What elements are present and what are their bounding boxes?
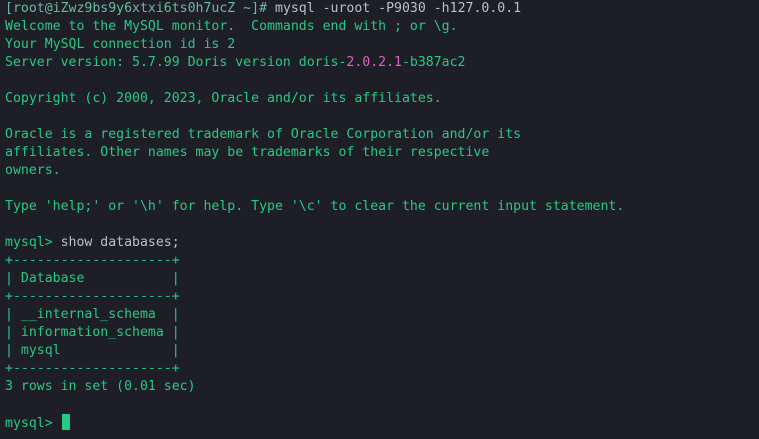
trademark-line-2: affiliates. Other names may be trademark… [5,145,490,160]
help-line: Type 'help;' or '\h' for help. Type '\c'… [5,199,625,214]
table-row: | information_schema | [5,325,180,340]
table-row: | __internal_schema | [5,307,180,322]
result-summary: 3 rows in set (0.01 sec) [5,379,196,394]
table-row: | mysql | [5,343,180,358]
version-prefix: Server version: 5.7.99 Doris version dor… [5,55,347,70]
text-cursor [61,414,70,430]
welcome-line: Welcome to the MySQL monitor. Commands e… [5,19,458,34]
trademark-line-3: owners. [5,163,61,178]
current-input[interactable] [53,416,61,431]
version-number: 2.0.2.1 [346,55,402,70]
mysql-prompt: mysql> [5,235,53,250]
table-border-header: +--------------------+ [5,289,180,304]
query-line: mysql> show databases; [5,234,759,252]
terminal-window[interactable]: [root@iZwz9bs9y6xtxi6ts0h7ucZ ~]# mysql … [0,0,759,439]
table-border-bottom: +--------------------+ [5,361,180,376]
connection-id-line: Your MySQL connection id is 2 [5,37,236,52]
copyright-line: Copyright (c) 2000, 2023, Oracle and/or … [5,91,442,106]
shell-command-line: [root@iZwz9bs9y6xtxi6ts0h7ucZ ~]# mysql … [5,0,759,18]
shell-command: mysql -uroot -P9030 -h127.0.0.1 [267,1,522,16]
server-version-line: Server version: 5.7.99 Doris version dor… [5,54,759,72]
mysql-prompt: mysql> [5,416,53,431]
trademark-line-1: Oracle is a registered trademark of Orac… [5,127,522,142]
current-input-line[interactable]: mysql> [5,414,759,432]
table-border-top: +--------------------+ [5,253,180,268]
query-command: show databases; [52,235,180,250]
table-header: | Database | [5,271,180,286]
version-suffix: -b387ac2 [401,55,466,70]
shell-prompt: [root@iZwz9bs9y6xtxi6ts0h7ucZ ~]# [5,1,268,16]
